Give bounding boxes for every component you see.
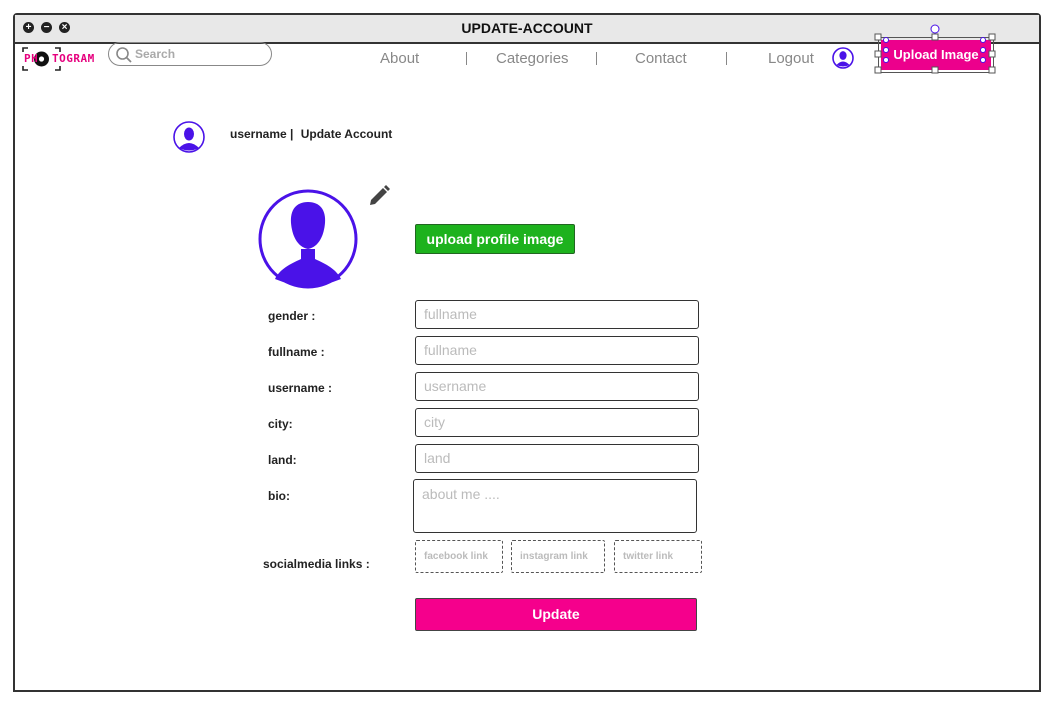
land-field[interactable]: land	[415, 444, 699, 473]
city-field[interactable]: city	[415, 408, 699, 437]
breadcrumb-page: Update Account	[300, 127, 393, 141]
nav-categories[interactable]: Categories	[496, 50, 569, 67]
nav-divider	[466, 52, 467, 65]
twitter-placeholder: twitter link	[623, 551, 674, 562]
photogram-logo[interactable]: PH TOGRAM	[21, 46, 97, 72]
city-label: city:	[268, 417, 293, 431]
gender-label: gender :	[268, 309, 316, 323]
search-input[interactable]: Search	[108, 42, 272, 66]
instagram-placeholder: instagram link	[520, 551, 588, 562]
update-button[interactable]: Update	[415, 598, 697, 631]
facebook-link-input[interactable]: facebook link	[415, 540, 503, 573]
logo-text-left: PH	[24, 52, 39, 65]
upload-profile-image-button[interactable]: upload profile image	[415, 224, 575, 254]
username-placeholder: username	[424, 378, 487, 394]
logo-text-right: TOGRAM	[52, 52, 95, 65]
edit-pencil-icon[interactable]	[367, 184, 391, 208]
nav-logout[interactable]: Logout	[768, 50, 814, 67]
fullname-placeholder: fullname	[424, 342, 477, 358]
nav-contact[interactable]: Contact	[635, 50, 687, 67]
profile-picture	[258, 189, 358, 289]
fullname-field[interactable]: fullname	[415, 336, 699, 365]
breadcrumb: username | Update Account	[230, 127, 392, 141]
search-icon	[116, 47, 132, 63]
username-label: username :	[268, 381, 333, 395]
bio-label: bio:	[268, 489, 290, 503]
user-avatar-icon[interactable]	[832, 47, 854, 69]
bio-textarea[interactable]: about me ....	[413, 479, 697, 533]
land-placeholder: land	[424, 450, 451, 466]
gender-placeholder: fullname	[424, 306, 477, 322]
fullname-label: fullname :	[268, 345, 325, 359]
instagram-link-input[interactable]: instagram link	[511, 540, 605, 573]
profile-avatar-icon	[173, 121, 205, 153]
twitter-link-input[interactable]: twitter link	[614, 540, 702, 573]
search-placeholder: Search	[135, 47, 176, 61]
city-placeholder: city	[424, 414, 445, 430]
gender-field[interactable]: fullname	[415, 300, 699, 329]
nav-divider	[726, 52, 727, 65]
land-label: land:	[268, 453, 297, 467]
facebook-placeholder: facebook link	[424, 551, 488, 562]
socialmedia-label: socialmedia links :	[263, 557, 370, 571]
bio-placeholder: about me ....	[422, 486, 500, 502]
nav-about[interactable]: About	[380, 50, 419, 67]
username-field[interactable]: username	[415, 372, 699, 401]
breadcrumb-username: username |	[230, 127, 294, 141]
window-title: UPDATE-ACCOUNT	[461, 20, 593, 36]
upload-image-button[interactable]: Upload Image	[881, 40, 991, 70]
nav-divider	[596, 52, 597, 65]
